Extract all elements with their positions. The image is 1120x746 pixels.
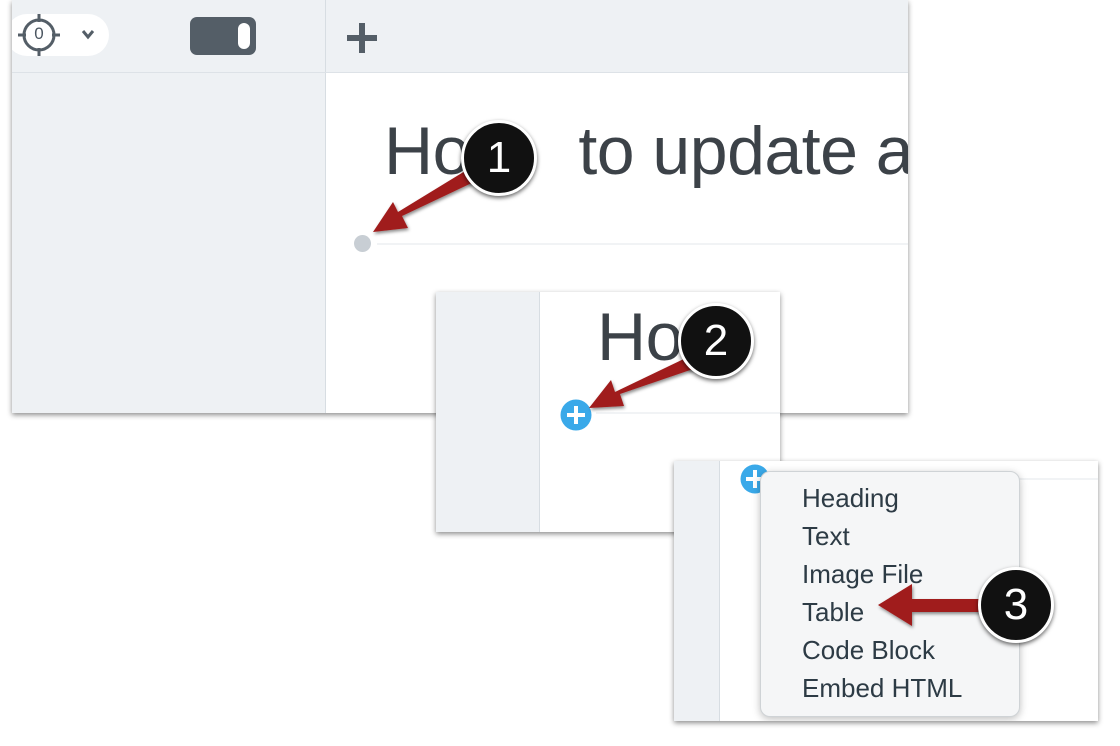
step-callout-2: 2 [678,303,754,379]
toggle-icon [238,23,250,49]
block-divider [377,243,908,245]
menu-item-embed-html[interactable]: Embed HTML [802,673,962,704]
menu-item-image-file[interactable]: Image File [802,559,923,590]
sidebar [12,73,326,413]
target-count: 0 [34,24,44,43]
block-divider [596,412,780,414]
plus-icon[interactable] [344,20,380,56]
sidebar [436,292,540,532]
chevron-down-icon[interactable] [80,27,96,41]
menu-item-table[interactable]: Table [802,597,864,628]
step-callout-3: 3 [978,567,1054,643]
blue-plus-circle-icon[interactable] [560,399,592,431]
block-insertion-point[interactable] [354,235,371,252]
toolbar [12,0,908,73]
menu-item-heading[interactable]: Heading [802,483,899,514]
step-callout-1: 1 [461,120,537,196]
toggle-switch[interactable] [190,17,256,55]
block-divider [1014,478,1098,480]
menu-item-code-block[interactable]: Code Block [802,635,935,666]
menu-item-text[interactable]: Text [802,521,850,552]
sidebar [674,461,720,721]
